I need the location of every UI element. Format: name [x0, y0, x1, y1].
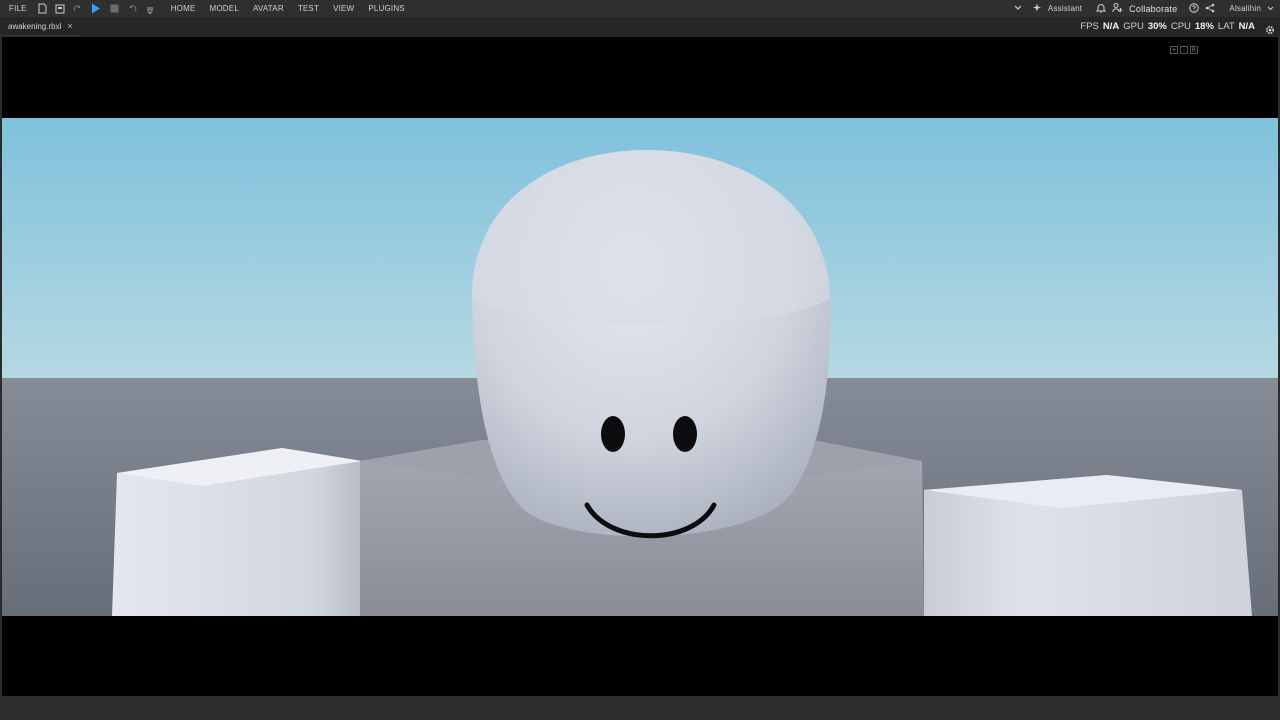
user-name[interactable]: Alsalihin	[1229, 4, 1261, 13]
3d-viewport[interactable]: + - R	[2, 37, 1278, 696]
assistant-button[interactable]: Assistant	[1048, 4, 1082, 13]
zoom-in-button[interactable]: +	[1170, 46, 1178, 54]
gpu-value: 30%	[1147, 21, 1167, 32]
left-eye	[601, 416, 625, 452]
fps-label: FPS	[1080, 21, 1099, 32]
scene-image	[2, 118, 1278, 616]
close-icon[interactable]: ×	[67, 21, 72, 31]
document-tab-row: awakening.rbxl × FPS N/A GPU 30% CPU 18%…	[0, 17, 1280, 36]
menu-bar-right: Assistant Collaborate Alsalihin	[1014, 2, 1280, 15]
studio-window: FILE HOME MODEL AVATAR TEST VIEW PLUGINS…	[0, 0, 1280, 720]
gpu-label: GPU	[1123, 21, 1144, 32]
help-icon[interactable]	[1189, 2, 1200, 15]
chevron-down-icon[interactable]	[1014, 4, 1022, 13]
menu-view[interactable]: VIEW	[326, 4, 361, 13]
camera-controls: + - R	[1170, 46, 1198, 54]
performance-stats: FPS N/A GPU 30% CPU 18% LAT N/A	[1080, 17, 1280, 36]
menu-model[interactable]: MODEL	[203, 4, 246, 13]
file-tab-label: awakening.rbxl	[8, 21, 62, 31]
notification-bell-icon[interactable]	[1095, 3, 1107, 15]
share-icon[interactable]	[1205, 3, 1215, 15]
lat-label: LAT	[1217, 21, 1235, 32]
menu-test[interactable]: TEST	[291, 4, 326, 13]
assistant-icon	[1032, 3, 1042, 15]
undo-icon[interactable]	[127, 3, 138, 14]
menu-home[interactable]: HOME	[164, 4, 203, 13]
collaborate-button[interactable]: Collaborate	[1129, 4, 1177, 14]
fps-value: N/A	[1102, 21, 1120, 32]
menu-avatar[interactable]: AVATAR	[246, 4, 291, 13]
redo-icon[interactable]	[73, 3, 84, 14]
menu-file[interactable]: FILE	[0, 4, 37, 13]
new-file-icon[interactable]	[37, 3, 48, 14]
cpu-value: 18%	[1194, 21, 1214, 32]
more-icon[interactable]	[145, 3, 156, 14]
scene-render	[2, 118, 1278, 616]
menu-plugins[interactable]: PLUGINS	[361, 4, 412, 13]
gear-icon[interactable]	[1264, 24, 1276, 36]
status-bar	[0, 696, 1280, 720]
user-chevron-icon[interactable]	[1267, 4, 1274, 13]
save-icon[interactable]	[55, 3, 66, 14]
play-icon[interactable]	[91, 3, 102, 14]
collaborate-icon	[1112, 2, 1123, 15]
menu-bar: FILE HOME MODEL AVATAR TEST VIEW PLUGINS…	[0, 0, 1280, 17]
reset-camera-button[interactable]: R	[1190, 46, 1198, 54]
stop-icon[interactable]	[109, 3, 120, 14]
zoom-out-button[interactable]: -	[1180, 46, 1188, 54]
cpu-label: CPU	[1170, 21, 1191, 32]
file-tab[interactable]: awakening.rbxl ×	[0, 17, 80, 36]
right-eye	[673, 416, 697, 452]
lat-value: N/A	[1238, 21, 1255, 32]
quick-toolbar	[37, 3, 156, 14]
